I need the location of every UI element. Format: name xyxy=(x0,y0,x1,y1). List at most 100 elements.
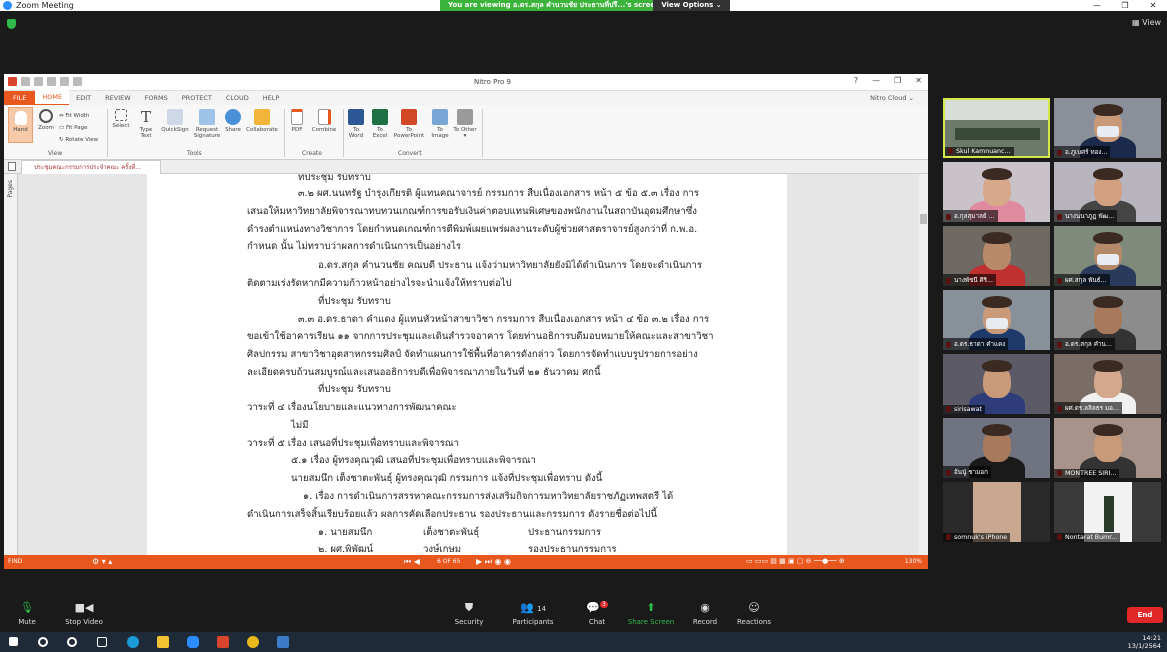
participant-tile[interactable]: ผศ.สกุล พันธ์... xyxy=(1054,226,1161,286)
to-image-button[interactable]: To Image xyxy=(429,109,451,139)
hand-tool-button[interactable]: Hand xyxy=(8,107,33,143)
pdf-button[interactable]: PDF xyxy=(288,109,306,133)
tab-review[interactable]: REVIEW xyxy=(98,91,138,105)
find-button[interactable]: FIND xyxy=(8,558,22,565)
document-tab[interactable]: ประชุมคณะกรรมการประจำคณะ ครั้งที่... xyxy=(21,160,161,174)
chrome-icon[interactable] xyxy=(247,636,259,648)
participant-tile[interactable]: Skul Kamnuanc... xyxy=(943,98,1050,158)
tab-forms[interactable]: FORMS xyxy=(138,91,175,105)
to-excel-button[interactable]: To Excel xyxy=(370,109,390,139)
save-icon[interactable] xyxy=(34,77,43,86)
nitro-app-icon[interactable] xyxy=(217,636,229,648)
participant-tile[interactable]: อ้นนู๋ ชามอก xyxy=(943,418,1050,478)
share-button[interactable]: Share xyxy=(222,109,244,133)
select-label: Select xyxy=(112,123,130,129)
tab-edit[interactable]: EDIT xyxy=(69,91,98,105)
nitro-minimize-button[interactable]: — xyxy=(872,76,880,85)
security-button[interactable]: ⛊ Security xyxy=(442,602,496,627)
help-button[interactable]: ? xyxy=(854,76,858,85)
encryption-shield-icon[interactable] xyxy=(7,19,16,29)
participant-tile[interactable]: Nontarat Bumr... xyxy=(1054,482,1161,542)
participant-tile[interactable]: ผศ.ดร.ลลิลธร มอ... xyxy=(1054,354,1161,414)
rotate-view-button[interactable]: ↻ Rotate View xyxy=(59,134,98,146)
cortana-icon[interactable] xyxy=(67,637,77,647)
mute-button[interactable]: 🎙 Mute xyxy=(0,601,54,627)
participant-tile[interactable]: นางนนาภูฏ พัฒ... xyxy=(1054,162,1161,222)
participant-tile[interactable]: อ.ดร.สกุล คำน... xyxy=(1054,290,1161,350)
fit-page-label: Fit Page xyxy=(65,125,88,131)
view-button[interactable]: ▦ View xyxy=(1132,18,1161,27)
clock-date: 13/1/2564 xyxy=(1127,642,1161,650)
search-icon[interactable] xyxy=(38,637,48,647)
type-text-button[interactable]: T Type Text xyxy=(135,109,157,139)
view-options-button[interactable]: View Options ⌄ xyxy=(653,0,730,11)
app-icon[interactable] xyxy=(277,636,289,648)
fit-page-button[interactable]: ▭ Fit Page xyxy=(59,122,98,134)
participant-tile[interactable]: อ.กุลสุมาลย์ ... xyxy=(943,162,1050,222)
end-meeting-button[interactable]: End xyxy=(1127,607,1163,623)
windows-start-icon[interactable] xyxy=(9,637,18,646)
vertical-scrollbar[interactable] xyxy=(919,174,928,555)
to-other-button[interactable]: To Other ▾ xyxy=(452,109,478,139)
to-word-button[interactable]: To Word xyxy=(346,109,366,139)
zoom-level[interactable]: 130% xyxy=(905,558,922,565)
minimize-button[interactable]: — xyxy=(1083,0,1111,11)
tab-home[interactable]: HOME xyxy=(35,90,70,106)
page-indicator[interactable]: 6 OF 65 xyxy=(437,558,460,565)
share-screen-button[interactable]: ⬆ Share Screen xyxy=(624,602,678,627)
first-page-icon[interactable]: ⏮ ◀ xyxy=(404,557,420,567)
page-layout-icons[interactable]: ▭ ▭▭ ▤ ▦ ▣ ▢ ⊖ ──●── ⊕ xyxy=(746,557,845,565)
tab-file[interactable]: FILE xyxy=(4,91,36,105)
zoom-app-icon[interactable] xyxy=(187,636,199,648)
record-button[interactable]: ◉ Record xyxy=(678,602,732,627)
to-excel-label: To Excel xyxy=(372,127,388,139)
participant-tile[interactable]: นางพัชนี ศิริ... xyxy=(943,226,1050,286)
nitro-cloud-button[interactable]: Nitro Cloud ⌄ xyxy=(870,94,914,102)
collaborate-button[interactable]: Collaborate xyxy=(245,109,279,133)
nitro-close-button[interactable]: ✕ xyxy=(915,76,922,85)
tab-help[interactable]: HELP xyxy=(256,91,287,105)
combine-button[interactable]: Combine xyxy=(310,109,338,133)
zoom-button[interactable]: Zoom xyxy=(35,109,57,131)
nitro-maximize-button[interactable]: ❐ xyxy=(894,76,901,85)
to-powerpoint-button[interactable]: To PowerPoint xyxy=(391,109,427,139)
doc-line: ศิลปกรรม สาขาวิชาอุตสาหกรรมศิลป์ จัดทำแผ… xyxy=(247,349,698,360)
stop-video-button[interactable]: ■◀ Stop Video xyxy=(57,602,111,627)
participant-tile[interactable]: อ.ภูเบศร์ ทอง... xyxy=(1054,98,1161,158)
open-icon[interactable] xyxy=(21,77,30,86)
system-clock[interactable]: 14:21 13/1/2564 xyxy=(1128,634,1161,650)
pages-label: Pages xyxy=(7,180,14,198)
participant-tile[interactable]: sirisawat xyxy=(943,354,1050,414)
task-view-icon[interactable] xyxy=(97,637,107,647)
reactions-button[interactable]: ☺ Reactions xyxy=(727,602,781,627)
group-tools-label: Tools xyxy=(187,150,202,157)
settings-icon[interactable]: ⚙ ▾ ▴ xyxy=(92,557,112,566)
edge-icon[interactable] xyxy=(127,636,139,648)
chat-button[interactable]: 💬 3 Chat xyxy=(570,601,624,626)
scroll-thumb[interactable] xyxy=(920,214,927,224)
participant-name: นางนนาภูฏ พัฒ... xyxy=(1054,210,1118,222)
participants-button[interactable]: 👥 14 Participants xyxy=(506,602,560,627)
print-icon[interactable] xyxy=(47,77,56,86)
nitro-logo-icon xyxy=(8,77,17,86)
tab-protect[interactable]: PROTECT xyxy=(175,91,219,105)
redo-icon[interactable] xyxy=(73,77,82,86)
tab-cloud[interactable]: CLOUD xyxy=(219,91,256,105)
quicksign-button[interactable]: QuickSign xyxy=(160,109,190,133)
participant-name: Skul Kamnuanc... xyxy=(945,147,1014,156)
next-page-icon[interactable]: ▶ ⏭ ◉ ◉ xyxy=(476,557,511,567)
microphone-icon: 🎙 xyxy=(20,601,34,614)
maximize-button[interactable]: ❐ xyxy=(1111,0,1139,11)
fit-width-button[interactable]: ⇔ Fit Width xyxy=(59,110,98,122)
pages-panel[interactable]: Pages xyxy=(4,174,18,555)
participant-tile[interactable]: somnuk's iPhone xyxy=(943,482,1050,542)
participant-tile[interactable]: อ.ดร.ธาดา คำแดง xyxy=(943,290,1050,350)
participant-tile[interactable]: MONTREE SIRI... xyxy=(1054,418,1161,478)
undo-icon[interactable] xyxy=(60,77,69,86)
doc-line: เสนอให้มหาวิทยาลัยพิจารณาทบทวนเกณฑ์การขอ… xyxy=(247,206,697,217)
file-explorer-icon[interactable] xyxy=(157,636,169,648)
page-thumbnail-icon[interactable] xyxy=(8,162,16,171)
select-button[interactable]: Select xyxy=(110,109,132,129)
request-signature-button[interactable]: Request Signature xyxy=(192,109,222,139)
close-button[interactable]: ✕ xyxy=(1139,0,1167,11)
